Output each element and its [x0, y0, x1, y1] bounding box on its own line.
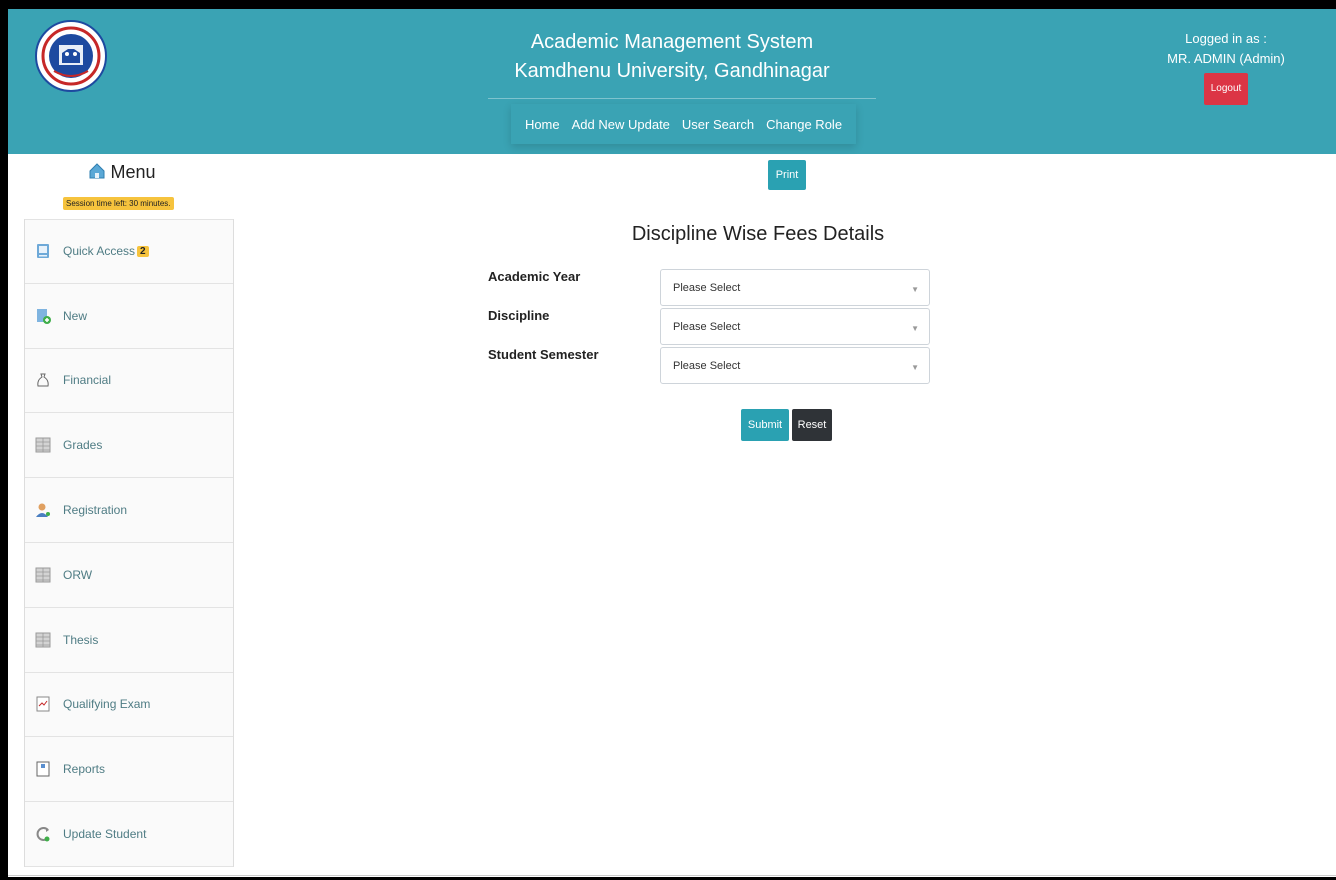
sidebar-item-financial[interactable]: Financial — [25, 348, 233, 414]
sidebar-item-label: Grades — [63, 438, 103, 453]
sidebar-item-qualifying-exam[interactable]: Qualifying Exam — [25, 672, 233, 738]
report-icon — [36, 761, 50, 777]
academic-year-selected: Please Select — [673, 281, 741, 294]
submit-button[interactable]: Submit — [741, 409, 789, 441]
sidebar-item-quick-access[interactable]: Quick Access 2 — [25, 219, 233, 284]
sidebar-item-label: Registration — [63, 503, 128, 518]
chevron-down-icon: ▼ — [911, 285, 919, 294]
grid-icon — [35, 632, 51, 648]
update-icon — [36, 827, 50, 842]
sidebar-item-thesis[interactable]: Thesis — [25, 607, 233, 673]
sidebar-item-label: New — [63, 308, 88, 323]
user-icon — [36, 503, 50, 518]
sidebar-item-new[interactable]: New — [25, 283, 233, 349]
system-title: Academic Management System — [530, 31, 814, 53]
grid-icon — [35, 567, 51, 583]
chevron-down-icon: ▼ — [911, 363, 919, 372]
new-document-icon — [37, 308, 51, 324]
student-semester-select[interactable]: Please Select ▼ — [660, 347, 930, 384]
nav-home[interactable]: Home — [519, 117, 566, 132]
user-name: MR. ADMIN (Admin) — [1167, 51, 1285, 66]
app-window: Academic Management System Kamdhenu Univ… — [8, 9, 1336, 877]
header-bar: Academic Management System Kamdhenu Univ… — [8, 9, 1336, 154]
reset-button[interactable]: Reset — [792, 409, 832, 441]
student-semester-label: Student Semester — [488, 347, 599, 362]
sidebar-item-registration[interactable]: Registration — [25, 478, 233, 543]
logout-button[interactable]: Logout — [1203, 73, 1249, 105]
sidebar-item-label: Thesis — [63, 632, 99, 647]
discipline-label: Discipline — [488, 308, 550, 323]
session-timer-badge: Session time left: 30 minutes. — [63, 197, 174, 210]
academic-year-select[interactable]: Please Select ▼ — [660, 269, 930, 306]
nav-user-search[interactable]: User Search — [676, 117, 760, 132]
university-name: Kamdhenu University, Gandhinagar — [514, 60, 830, 82]
header-divider — [488, 98, 876, 99]
menu-list: Quick Access 2 New Financial Grades Regi… — [24, 219, 234, 867]
discipline-selected: Please Select — [673, 320, 741, 333]
menu-title: Menu — [8, 162, 236, 183]
sidebar-item-orw[interactable]: ORW — [25, 542, 233, 608]
student-semester-selected: Please Select — [673, 359, 741, 372]
sidebar: Menu Session time left: 30 minutes. Quic… — [8, 154, 236, 867]
grid-icon — [35, 437, 51, 453]
menu-title-label: Menu — [110, 162, 156, 182]
sidebar-item-grades[interactable]: Grades — [25, 413, 233, 479]
sidebar-item-label: Reports — [63, 762, 106, 777]
sidebar-item-label: Update Student — [63, 827, 147, 842]
sidebar-item-label: Qualifying Exam — [63, 697, 151, 712]
sidebar-item-update-student[interactable]: Update Student — [25, 802, 233, 867]
home-icon — [89, 163, 105, 179]
sidebar-item-reports[interactable]: Reports — [25, 737, 233, 803]
money-bag-icon — [37, 373, 49, 387]
sidebar-item-label: Quick Access — [63, 244, 136, 259]
discipline-select[interactable]: Please Select ▼ — [660, 308, 930, 345]
page-title: Discipline Wise Fees Details — [631, 223, 885, 245]
nav-change-role[interactable]: Change Role — [760, 117, 848, 132]
footer-divider — [8, 875, 1336, 876]
top-nav: Home Add New Update User Search Change R… — [511, 104, 856, 144]
academic-year-label: Academic Year — [488, 269, 581, 284]
login-info: Logged in as : MR. ADMIN (Admin) Logout — [1146, 29, 1306, 105]
chevron-down-icon: ▼ — [911, 324, 919, 333]
print-button[interactable]: Print — [768, 160, 806, 190]
exam-chart-icon — [36, 696, 50, 712]
logged-in-label: Logged in as : — [1185, 31, 1267, 46]
quick-access-icon — [37, 244, 49, 259]
quick-access-count-badge: 2 — [137, 245, 149, 257]
sidebar-item-label: ORW — [63, 567, 93, 582]
nav-add-new-update[interactable]: Add New Update — [566, 117, 676, 132]
sidebar-item-label: Financial — [63, 373, 112, 388]
